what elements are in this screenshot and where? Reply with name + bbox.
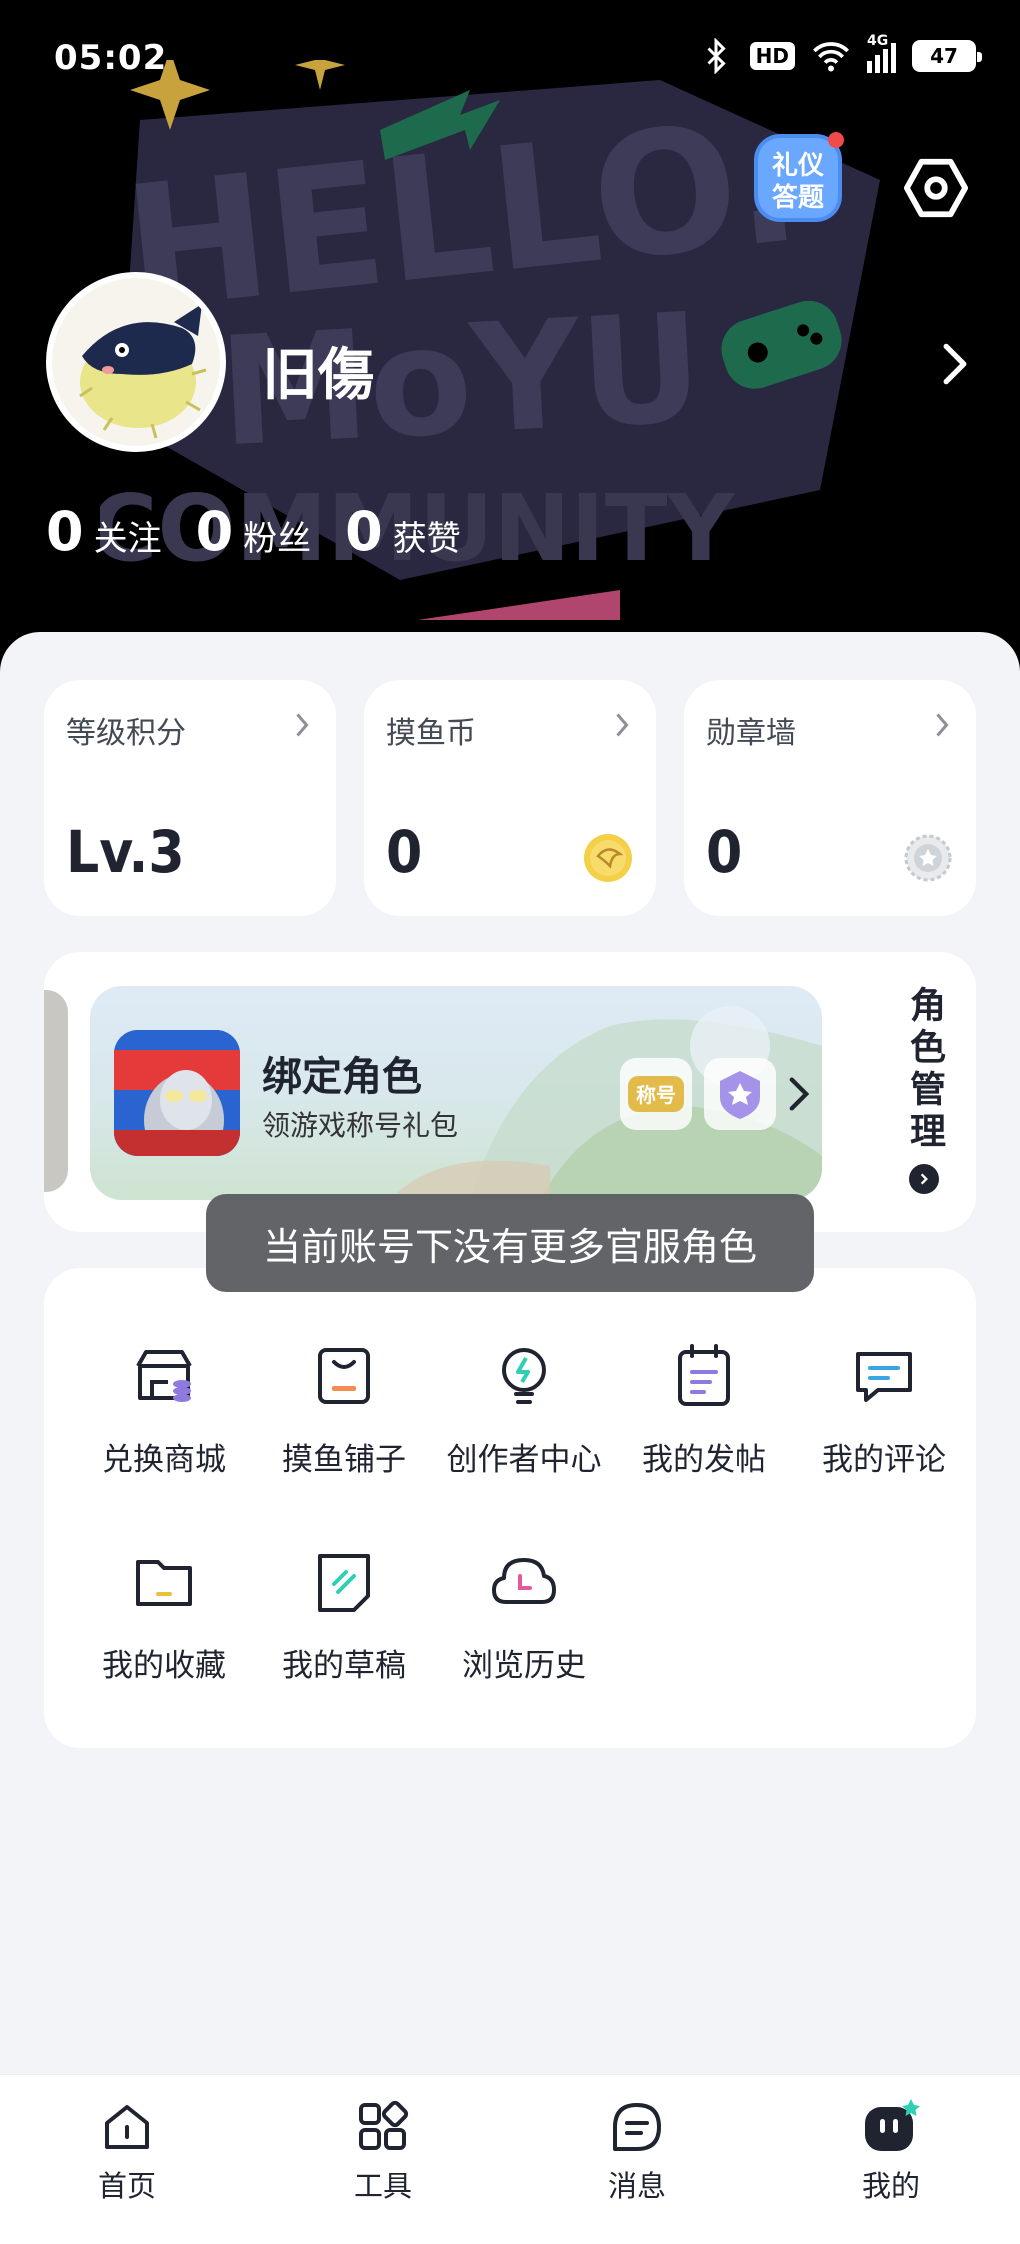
tool-label: 摸鱼铺子 [282, 1442, 406, 1478]
battery-icon: 47 [912, 40, 982, 72]
stat-value: 0 [345, 500, 383, 563]
card-medal-wall[interactable]: 勋章墙 0 [684, 680, 976, 916]
post-icon [668, 1340, 740, 1412]
chevron-right-icon [789, 1077, 810, 1111]
card-moyu-coin[interactable]: 摸鱼币 0 [364, 680, 656, 916]
tool-label: 兑换商城 [102, 1442, 226, 1478]
tools-icon [359, 2100, 409, 2150]
nav-tools[interactable]: 工具 [318, 2097, 448, 2217]
card-title: 摸鱼币 [386, 716, 476, 751]
coin-icon [584, 834, 632, 882]
card-title: 勋章墙 [706, 716, 796, 751]
tool-my-comments[interactable]: 我的评论 [794, 1268, 974, 1478]
stat-value: 0 [46, 500, 84, 563]
wifi-icon [813, 42, 849, 72]
previous-role-card-peek[interactable] [44, 990, 68, 1192]
card-value: Lv.3 [66, 818, 185, 886]
store-icon [128, 1340, 200, 1412]
tool-browse-history[interactable]: 浏览历史 [434, 1474, 614, 1684]
stat-label: 关注 [93, 519, 162, 559]
profile-stats: 0 关注 0 粉丝 0 获赞 [46, 500, 461, 563]
tool-label: 我的发帖 [642, 1442, 766, 1478]
cell-signal-icon: 4G [867, 33, 896, 73]
comment-icon [848, 1340, 920, 1412]
card-title: 等级积分 [66, 716, 186, 751]
role-title: 绑定角色 [262, 1054, 422, 1100]
card-value: 0 [706, 818, 743, 886]
tool-label: 我的评论 [822, 1442, 946, 1478]
avatar-frame-reward-badge [704, 1058, 776, 1130]
game-icon-ultraman [114, 1030, 240, 1156]
quiz-badge-icon[interactable]: 礼仪 答题 [748, 128, 848, 228]
role-subtitle: 领游戏称号礼包 [262, 1109, 459, 1142]
stat-label: 获赞 [392, 519, 461, 559]
svg-text:礼仪: 礼仪 [772, 150, 825, 181]
tool-exchange-store[interactable]: 兑换商城 [74, 1268, 254, 1478]
title-badge-text: 称号 [636, 1083, 676, 1107]
battery-level: 47 [930, 44, 958, 68]
chevron-right-circle-icon [909, 1164, 939, 1194]
bottom-navigation: 首页 工具 消息 我的 [0, 2074, 1020, 2244]
settings-hexagon-icon [903, 158, 969, 218]
bluetooth-icon [707, 38, 726, 74]
profile-header: HELLO. MoYU COMMUNITY 05:02 HD 4G 47 礼仪 … [0, 0, 1020, 680]
tool-label: 创作者中心 [446, 1442, 602, 1478]
message-icon [613, 2103, 661, 2151]
chevron-right-icon [936, 713, 949, 737]
nav-label: 我的 [861, 2169, 920, 2203]
shop-bag-icon [308, 1340, 380, 1412]
status-time: 05:02 [54, 38, 168, 78]
card-level-points[interactable]: 等级积分 Lv.3 [44, 680, 336, 916]
avatar[interactable] [46, 272, 226, 452]
stat-value: 0 [195, 500, 234, 563]
status-icons: HD 4G 47 [698, 33, 982, 74]
role-binding-section: 绑定角色 领游戏称号礼包 称号 角色管理 [44, 952, 976, 1232]
stat-following[interactable]: 0 关注 [46, 500, 162, 563]
nav-messages[interactable]: 消息 [572, 2097, 702, 2217]
tool-label: 浏览历史 [462, 1648, 586, 1684]
pufferfish-avatar-image [52, 278, 220, 446]
nav-label: 首页 [97, 2169, 156, 2203]
network-type: 4G [867, 33, 889, 49]
bind-role-banner[interactable]: 绑定角色 领游戏称号礼包 称号 [90, 986, 822, 1200]
hd-badge: HD [749, 42, 795, 70]
stat-label: 粉丝 [243, 519, 312, 559]
role-manage-label: 角色管理 [904, 986, 945, 1154]
tool-moyu-shop[interactable]: 摸鱼铺子 [254, 1268, 434, 1478]
medal-icon [904, 834, 952, 882]
tool-my-drafts[interactable]: 我的草稿 [254, 1474, 434, 1684]
star-shield-icon [720, 1071, 760, 1119]
tool-label: 我的收藏 [102, 1648, 226, 1684]
nav-home[interactable]: 首页 [62, 2097, 192, 2217]
stat-likes[interactable]: 0 获赞 [345, 500, 461, 563]
chevron-right-icon [296, 713, 309, 737]
stat-followers[interactable]: 0 粉丝 [196, 500, 312, 563]
nav-label: 工具 [353, 2169, 412, 2203]
svg-text:答题: 答题 [772, 182, 824, 213]
folder-icon [128, 1546, 200, 1618]
title-reward-badge: 称号 [620, 1058, 692, 1130]
history-icon [488, 1546, 560, 1618]
role-management-button[interactable]: 角色管理 [894, 986, 954, 1194]
tool-my-posts[interactable]: 我的发帖 [614, 1268, 794, 1478]
lightbulb-icon [488, 1340, 560, 1412]
profile-icon [865, 2099, 920, 2151]
draft-icon [308, 1546, 380, 1618]
tool-creator-center[interactable]: 创作者中心 [434, 1268, 614, 1478]
chevron-right-icon [616, 713, 629, 737]
home-icon [105, 2105, 149, 2149]
nav-profile[interactable]: 我的 [826, 2097, 956, 2217]
toast-message: 当前账号下没有更多官服角色 [206, 1194, 814, 1292]
nav-label: 消息 [607, 2169, 666, 2203]
profile-detail-button[interactable] [930, 336, 980, 392]
username[interactable]: 旧傷 [262, 330, 374, 411]
title-badge-icon: 称号 [628, 1076, 684, 1112]
tool-label: 我的草稿 [282, 1648, 406, 1684]
tool-my-favorites[interactable]: 我的收藏 [74, 1474, 254, 1684]
tools-grid: 兑换商城 摸鱼铺子 创作者中心 我的发帖 我的评论我的收藏 我的草稿 浏览历史 [44, 1268, 976, 1748]
status-bar: 05:02 HD 4G 47 [0, 0, 1020, 120]
chevron-right-icon [943, 343, 967, 385]
settings-button[interactable] [896, 148, 976, 228]
card-value: 0 [386, 818, 423, 886]
